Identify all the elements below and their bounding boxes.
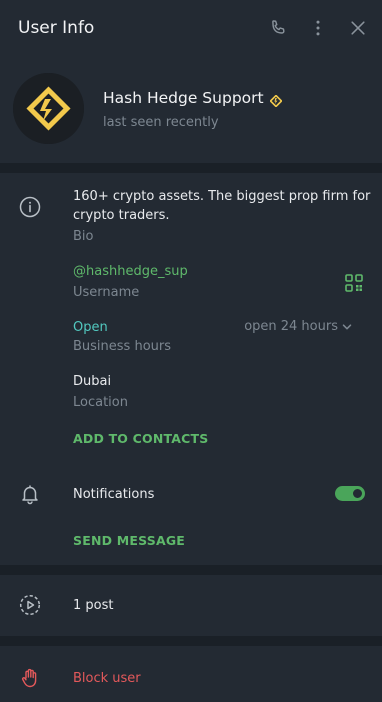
toggle-knob — [351, 487, 364, 500]
posts-link[interactable]: 1 post — [73, 598, 113, 613]
qr-code-icon[interactable] — [345, 274, 363, 292]
add-to-contacts-button[interactable]: ADD TO CONTACTS — [73, 431, 208, 446]
section-divider — [0, 163, 382, 173]
business-hours-status: Open — [73, 320, 108, 335]
profile-name: Hash Hedge Support — [103, 89, 264, 107]
hand-icon — [19, 667, 41, 689]
notifications-label: Notifications — [73, 487, 155, 502]
chevron-down-icon — [342, 323, 352, 329]
verified-icon — [269, 92, 283, 108]
close-icon[interactable] — [348, 18, 368, 38]
username-label: Username — [73, 285, 140, 300]
bio-text-line1: 160+ crypto assets. The biggest prop fir… — [73, 189, 371, 204]
business-hours-label: Business hours — [73, 339, 172, 354]
business-hours-value: open 24 hours — [244, 319, 338, 334]
last-seen-status: last seen recently — [103, 115, 219, 130]
send-message-button[interactable]: SEND MESSAGE — [73, 533, 185, 548]
play-circle-icon — [19, 594, 41, 616]
section-divider — [0, 565, 382, 575]
bio-label: Bio — [73, 229, 94, 244]
panel-title: User Info — [18, 18, 95, 38]
info-icon — [19, 196, 41, 218]
block-user-button[interactable]: Block user — [73, 671, 141, 686]
location-label: Location — [73, 395, 128, 410]
section-divider — [0, 636, 382, 646]
username-value[interactable]: @hashhedge_sup — [73, 264, 188, 279]
location-value[interactable]: Dubai — [73, 374, 111, 389]
notifications-toggle[interactable] — [335, 486, 365, 501]
user-info-panel: User Info Hash Hedge Support last seen r… — [0, 0, 382, 702]
bio-text-line2: crypto traders. — [73, 208, 170, 223]
avatar[interactable] — [13, 73, 84, 144]
phone-icon[interactable] — [268, 18, 288, 38]
bell-icon — [19, 483, 41, 505]
business-hours-dropdown[interactable]: open 24 hours — [244, 319, 352, 334]
more-icon[interactable] — [308, 18, 328, 38]
